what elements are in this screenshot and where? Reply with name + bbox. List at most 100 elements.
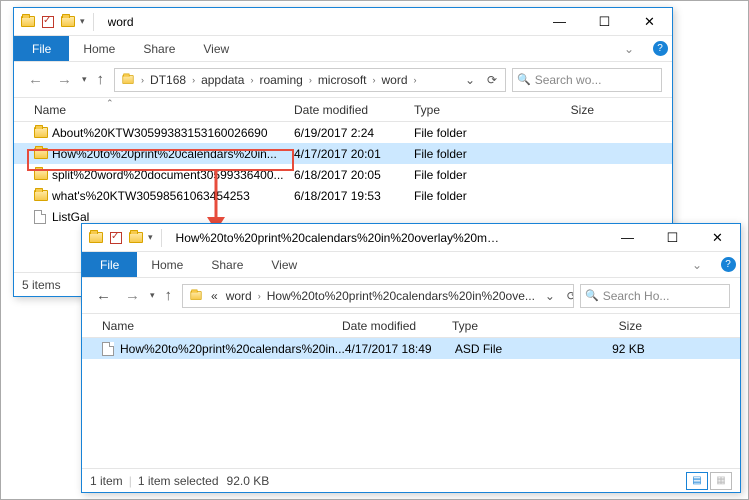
breadcrumb-item[interactable]: word	[378, 73, 412, 87]
search-input[interactable]: 🔍 Search wo...	[512, 68, 662, 92]
refresh-icon[interactable]: ⟳	[561, 285, 574, 307]
col-name[interactable]: Name	[102, 319, 342, 333]
nav-history-icon[interactable]: ▾	[150, 290, 155, 301]
chevron-right-icon[interactable]: ›	[412, 75, 419, 85]
col-type[interactable]: Type	[452, 319, 572, 333]
search-placeholder: Search wo...	[535, 73, 602, 87]
table-row[interactable]: About%20KTW305993831531600266906/19/2017…	[14, 122, 672, 143]
window-title: How%20to%20print%20calendars%20in%20over…	[176, 231, 506, 245]
address-dropdown-icon[interactable]: ⌄	[539, 285, 561, 307]
tab-home[interactable]: Home	[137, 252, 197, 277]
view-large-button[interactable]: ▦	[710, 472, 732, 490]
chevron-right-icon[interactable]: ›	[248, 75, 255, 85]
folder-icon	[34, 190, 52, 201]
folder-icon	[34, 127, 52, 138]
file-icon	[102, 342, 120, 356]
file-type: File folder	[414, 189, 524, 203]
status-count: 1 item	[90, 474, 123, 488]
col-type[interactable]: Type	[414, 103, 524, 117]
ribbon-expand-icon[interactable]: ⌄	[678, 252, 716, 277]
close-button[interactable]: ✕	[627, 8, 672, 36]
breadcrumb-item[interactable]: DT168	[146, 73, 190, 87]
chevron-right-icon[interactable]: ›	[307, 75, 314, 85]
breadcrumb-item[interactable]: How%20to%20print%20calendars%20in%20ove.…	[263, 289, 539, 303]
file-name: split%20word%20document30599336400...	[52, 168, 284, 182]
column-header[interactable]: Name Date modified Type Size	[82, 314, 740, 338]
file-date: 6/18/2017 19:53	[294, 189, 414, 203]
breadcrumb-item[interactable]: microsoft	[314, 73, 371, 87]
ribbon: File Home Share View ⌄ ?	[14, 36, 672, 62]
col-date[interactable]: Date modified	[294, 103, 414, 117]
col-size[interactable]: Size	[524, 103, 604, 117]
column-header[interactable]: Name⌃ Date modified Type Size	[14, 98, 672, 122]
table-row[interactable]: How%20to%20print%20calendars%20in...4/17…	[82, 338, 740, 359]
status-selected: 1 item selected	[138, 474, 219, 488]
chevron-right-icon[interactable]: ›	[190, 75, 197, 85]
nav-up-icon[interactable]: ↑	[93, 71, 109, 88]
refresh-icon[interactable]: ⟳	[481, 69, 503, 91]
titlebar: ▾ How%20to%20print%20calendars%20in%20ov…	[82, 224, 740, 252]
tab-home[interactable]: Home	[69, 36, 129, 61]
qat-dropdown-icon[interactable]: ▾	[80, 16, 85, 27]
search-input[interactable]: 🔍 Search Ho...	[580, 284, 730, 308]
file-type: File folder	[414, 126, 524, 140]
file-date: 6/18/2017 20:05	[294, 168, 414, 182]
file-name: ListGal	[52, 210, 89, 224]
tab-view[interactable]: View	[189, 36, 243, 61]
file-list: How%20to%20print%20calendars%20in...4/17…	[82, 338, 740, 468]
folder-icon	[60, 14, 76, 30]
file-name: How%20to%20print%20calendars%20in...	[52, 147, 277, 161]
help-button[interactable]: ?	[648, 36, 672, 61]
maximize-button[interactable]: ☐	[650, 224, 695, 252]
breadcrumb-overflow[interactable]: «	[207, 289, 222, 303]
breadcrumb-item[interactable]: roaming	[255, 73, 306, 87]
ribbon-expand-icon[interactable]: ⌄	[610, 36, 648, 61]
qat-dropdown-icon[interactable]: ▾	[148, 232, 153, 243]
nav-forward-icon[interactable]: →	[121, 287, 144, 304]
quick-access-check-icon[interactable]	[108, 230, 124, 246]
chevron-right-icon[interactable]: ›	[139, 75, 146, 85]
folder-icon	[34, 148, 52, 159]
breadcrumb-item[interactable]: appdata	[197, 73, 248, 87]
tab-share[interactable]: Share	[129, 36, 189, 61]
close-button[interactable]: ✕	[695, 224, 740, 252]
ribbon: File Home Share View ⌄ ?	[82, 252, 740, 278]
tab-file[interactable]: File	[82, 252, 137, 277]
nav-up-icon[interactable]: ↑	[161, 287, 177, 304]
status-size: 92.0 KB	[227, 474, 270, 488]
file-size: 92 KB	[575, 342, 655, 356]
nav-forward-icon[interactable]: →	[53, 71, 76, 88]
table-row[interactable]: split%20word%20document30599336400... 6/1…	[14, 164, 672, 185]
file-icon	[34, 210, 52, 224]
nav-back-icon[interactable]: ←	[92, 287, 115, 304]
chevron-right-icon[interactable]: ›	[256, 291, 263, 301]
maximize-button[interactable]: ☐	[582, 8, 627, 36]
col-date[interactable]: Date modified	[342, 319, 452, 333]
window-title: word	[108, 15, 134, 29]
file-type: File folder	[414, 168, 524, 182]
view-details-button[interactable]: ▤	[686, 472, 708, 490]
nav-history-icon[interactable]: ▾	[82, 74, 87, 85]
address-dropdown-icon[interactable]: ⌄	[459, 69, 481, 91]
chevron-right-icon[interactable]: ›	[371, 75, 378, 85]
table-row[interactable]: How%20to%20print%20calendars%20in...4/17…	[14, 143, 672, 164]
minimize-button[interactable]: —	[605, 224, 650, 252]
help-button[interactable]: ?	[716, 252, 740, 277]
tab-view[interactable]: View	[257, 252, 311, 277]
table-row[interactable]: what's%20KTW305985610634542536/18/2017 1…	[14, 185, 672, 206]
tab-file[interactable]: File	[14, 36, 69, 61]
address-bar[interactable]: « word › How%20to%20print%20calendars%20…	[182, 284, 574, 308]
folder-icon	[128, 230, 144, 246]
address-bar[interactable]: › DT168 › appdata › roaming › microsoft …	[114, 68, 506, 92]
col-size[interactable]: Size	[572, 319, 652, 333]
breadcrumb-item[interactable]: word	[222, 289, 256, 303]
minimize-button[interactable]: —	[537, 8, 582, 36]
nav-back-icon[interactable]: ←	[24, 71, 47, 88]
search-placeholder: Search Ho...	[603, 289, 670, 303]
titlebar: ▾ word — ☐ ✕	[14, 8, 672, 36]
file-date: 4/17/2017 18:49	[345, 342, 455, 356]
col-name[interactable]: Name	[34, 103, 66, 117]
tab-share[interactable]: Share	[197, 252, 257, 277]
folder-icon	[88, 230, 104, 246]
quick-access-check-icon[interactable]	[40, 14, 56, 30]
